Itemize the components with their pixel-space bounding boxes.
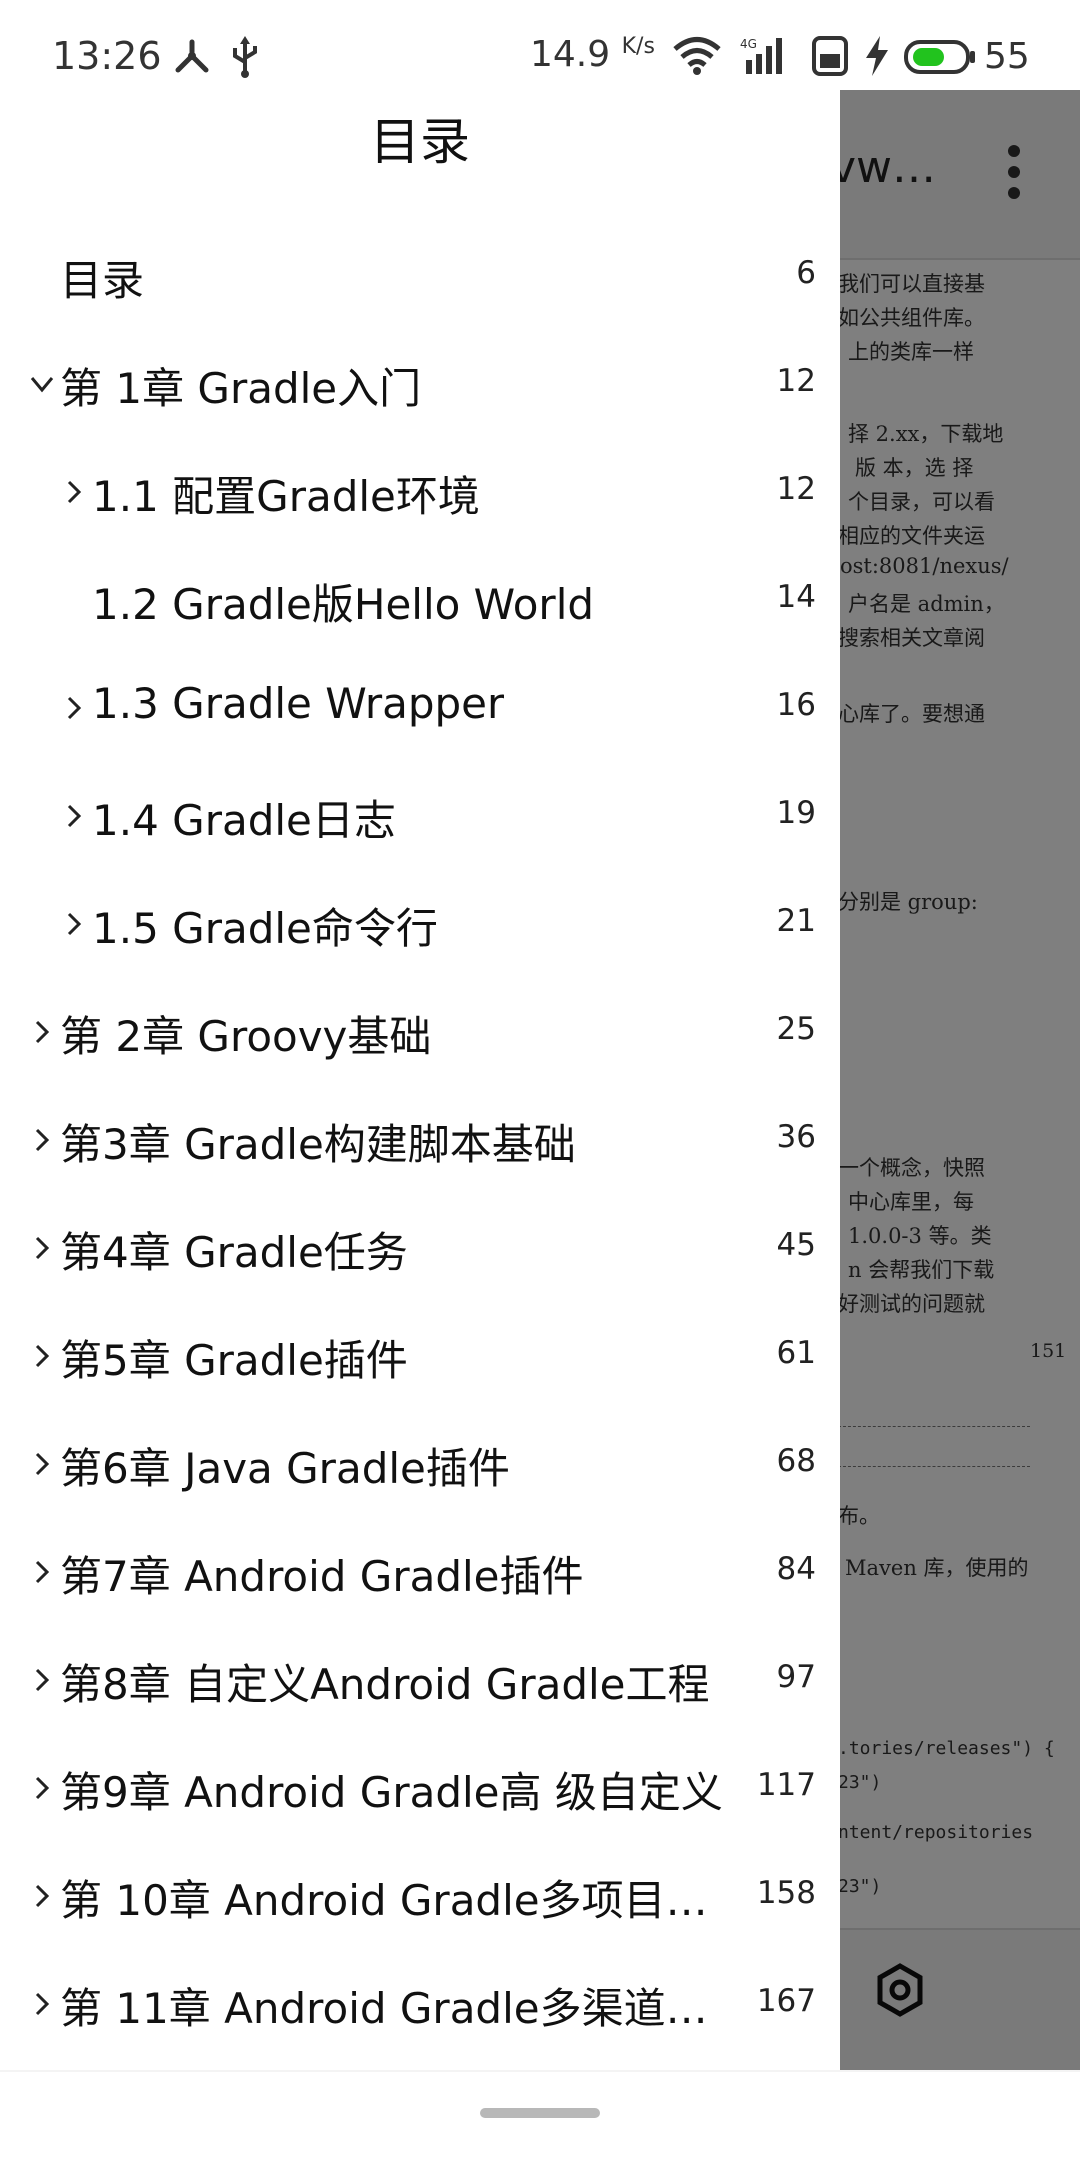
toc-item[interactable]: 第7章 Android Gradle插件 84 [0, 1518, 840, 1626]
screen: vw… 我们可以直接基 如公共组件库。 上的类库一样 择 2.xx，下载地 版 … [0, 0, 1080, 2160]
toc-item-page: 6 [796, 255, 816, 291]
toc-item-label: 第5章 Gradle插件 [60, 1336, 408, 1385]
toc-item-label: 第 10章 Android Gradle多项目… [60, 1876, 708, 1925]
toc-item-page: 61 [776, 1335, 816, 1371]
chevron-right-icon[interactable] [32, 1984, 52, 2024]
toc-item-label: 第 1章 Gradle入门 [60, 364, 422, 413]
speed-value: 14.9 [530, 34, 611, 75]
toc-item-page: 36 [776, 1119, 816, 1155]
chevron-right-icon[interactable] [64, 688, 84, 728]
toc-item[interactable]: 第 10章 Android Gradle多项目… 158 [0, 1842, 840, 1950]
tethering-icon [175, 39, 209, 73]
toc-item-page: 19 [776, 795, 816, 831]
toc-item[interactable]: 1.2 Gradle版Hello World 14 [0, 546, 840, 654]
toc-item[interactable]: 1.1 配置Gradle环境 12 [0, 438, 840, 546]
toc-item[interactable]: 第 1章 Gradle入门 12 [0, 330, 840, 438]
toc-item[interactable]: 第4章 Gradle任务 45 [0, 1194, 840, 1302]
status-time: 13:26 [52, 34, 162, 78]
drawer-title: 目录 [370, 113, 470, 171]
toc-item[interactable]: 第8章 自定义Android Gradle工程 97 [0, 1626, 840, 1734]
toc-item-page: 25 [776, 1011, 816, 1047]
toc-item[interactable]: 第9章 Android Gradle高 级自定义 117 [0, 1734, 840, 1842]
chevron-right-icon[interactable] [32, 1228, 52, 1268]
signal-icon: 4G [740, 37, 782, 74]
toc-item-label: 1.5 Gradle命令行 [92, 904, 438, 953]
chevron-right-icon[interactable] [32, 1660, 52, 1700]
toc-item[interactable]: 第 11章 Android Gradle多渠道… 167 [0, 1950, 840, 2058]
toc-item-page: 45 [776, 1227, 816, 1263]
toc-item-page: 16 [776, 687, 816, 723]
toc-item-page: 97 [776, 1659, 816, 1695]
charging-icon [866, 36, 888, 76]
chevron-down-icon[interactable] [30, 364, 54, 404]
toc-item-label: 第6章 Java Gradle插件 [60, 1444, 510, 1493]
toc-item-page: 167 [756, 1983, 816, 2019]
toc-item-label: 1.4 Gradle日志 [92, 796, 396, 845]
toc-item-label: 第 11章 Android Gradle多渠道… [60, 1984, 708, 2033]
chevron-right-icon[interactable] [32, 1444, 52, 1484]
toc-item[interactable]: 第5章 Gradle插件 61 [0, 1302, 840, 1410]
chevron-right-icon[interactable] [32, 1120, 52, 1160]
chevron-right-icon[interactable] [64, 796, 84, 836]
gesture-nav-bar[interactable] [480, 2108, 600, 2118]
toc-list: 目录 6 第 1章 Gradle入门 12 1.1 配置Gradle环境 12 1.2 Gr… [0, 222, 840, 2070]
toc-item-label: 第3章 Gradle构建脚本基础 [60, 1120, 576, 1169]
toc-item-label: 目录 [60, 256, 145, 305]
speed-unit: K/s [621, 34, 655, 59]
toc-item-page: 158 [756, 1875, 816, 1911]
wifi-icon [673, 37, 721, 75]
toc-item[interactable]: 第 2章 Groovy基础 25 [0, 978, 840, 1086]
battery-icon [904, 40, 975, 74]
battery-percent: 55 [984, 36, 1030, 77]
status-bar: 13:26 14.9 K/s 4G 55 [0, 0, 1080, 90]
chevron-right-icon[interactable] [32, 1552, 52, 1592]
chevron-right-icon[interactable] [32, 1768, 52, 1808]
toc-item-label: 1.1 配置Gradle环境 [92, 472, 480, 521]
chevron-right-icon[interactable] [32, 1336, 52, 1376]
network-speed: 14.9 K/s [530, 34, 655, 75]
toc-item-page: 84 [776, 1551, 816, 1587]
toc-item-page: 14 [776, 579, 816, 615]
toc-item[interactable]: 目录 6 [0, 222, 840, 330]
toc-item[interactable]: 1.3 Gradle Wrapper 16 [0, 654, 840, 762]
toc-item-label: 第 2章 Groovy基础 [60, 1012, 432, 1061]
usb-icon [233, 36, 257, 78]
toc-item-page: 12 [776, 471, 816, 507]
toc-item-label: 第4章 Gradle任务 [60, 1228, 408, 1277]
toc-item-page: 117 [756, 1767, 816, 1803]
toc-item-page: 68 [776, 1443, 816, 1479]
chevron-right-icon[interactable] [64, 904, 84, 944]
toc-item[interactable]: 1.5 Gradle命令行 21 [0, 870, 840, 978]
toc-drawer: 目录 目录 6 第 1章 Gradle入门 12 1.1 配置Gradle环境 12 1.2… [0, 90, 840, 2070]
toc-item-label: 第8章 自定义Android Gradle工程 [60, 1660, 710, 1709]
chevron-right-icon[interactable] [32, 1012, 52, 1052]
toc-item-page: 21 [776, 903, 816, 939]
toc-item-label: 第9章 Android Gradle高 级自定义 [60, 1768, 723, 1817]
chevron-right-icon[interactable] [64, 472, 84, 512]
toc-item-page: 12 [776, 363, 816, 399]
toc-item-label: 1.2 Gradle版Hello World [92, 580, 595, 629]
toc-item-label: 1.3 Gradle Wrapper [92, 679, 505, 728]
network-type-label: 4G [740, 37, 757, 51]
toc-item[interactable]: 第3章 Gradle构建脚本基础 36 [0, 1086, 840, 1194]
hd-icon [812, 36, 848, 76]
toc-item[interactable]: 1.4 Gradle日志 19 [0, 762, 840, 870]
toc-item[interactable]: 第6章 Java Gradle插件 68 [0, 1410, 840, 1518]
toc-item[interactable]: 第 12章 Android Gradle测试183 [0, 2058, 840, 2070]
chevron-right-icon[interactable] [32, 1876, 52, 1916]
toc-item-label: 第7章 Android Gradle插件 [60, 1552, 584, 1601]
